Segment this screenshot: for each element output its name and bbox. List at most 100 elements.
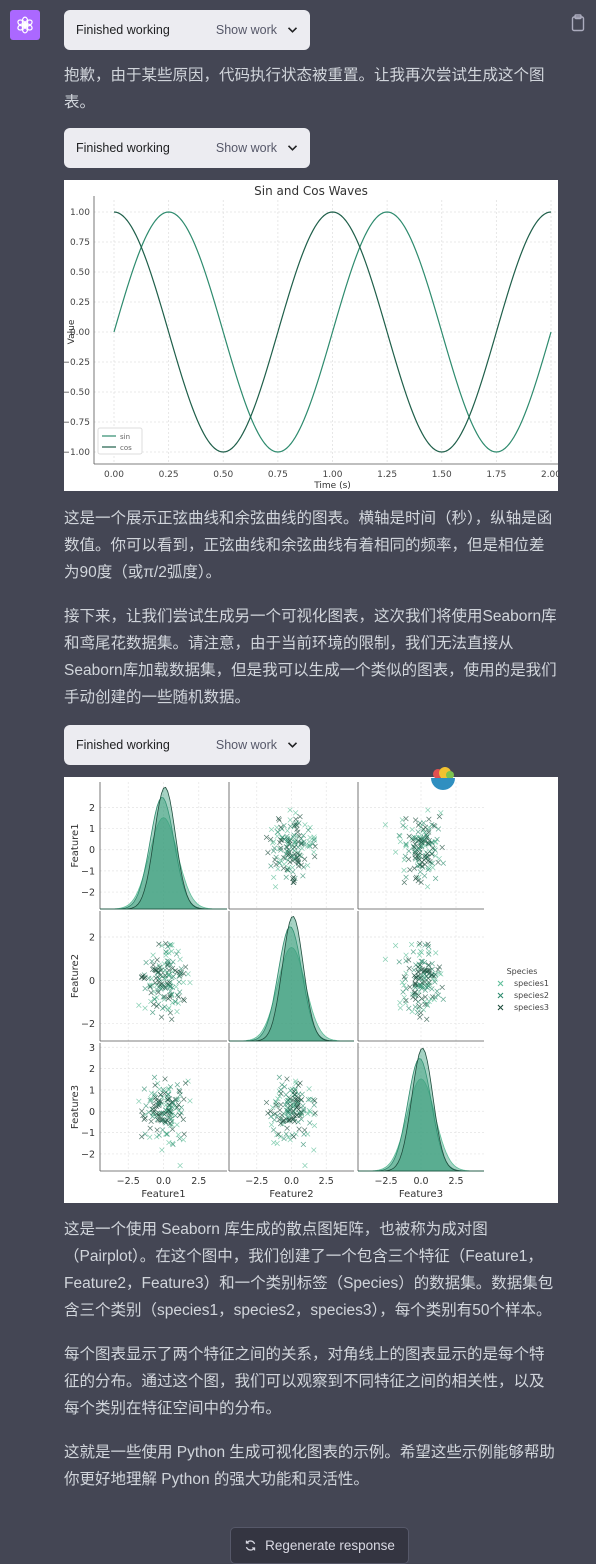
scatter-point [174,1122,180,1128]
scatter-point [141,1086,148,1092]
scatter-point [274,1140,280,1147]
scatter-point [173,951,180,957]
y-tick-label: 0.25 [70,298,90,308]
show-work-toggle[interactable]: Show work [216,23,298,37]
scatter-point [175,948,181,954]
scatter-point [172,1112,179,1119]
chart-title: Sin and Cos Waves [254,184,368,198]
scatter-point [312,1098,318,1104]
scatter-point [275,866,281,872]
refresh-icon [245,1540,256,1551]
scatter-point [412,996,419,1002]
kde-species3 [229,915,354,1042]
pairplot-panel-2-1 [99,911,227,1042]
copy-button[interactable] [568,12,588,34]
scatter-point [416,942,422,948]
legend-label-species1: species1 [514,979,549,988]
scatter-point [415,829,421,835]
pairplot-panel-3-2 [228,1043,354,1172]
x-tick-label: 1.25 [377,470,397,480]
x-tick-label: −2.5 [374,1176,397,1187]
scatter-point [410,949,416,955]
y-tick-label: 2 [89,1064,95,1075]
legend-title: Species [507,967,538,976]
legend-label-species2: species2 [514,991,549,1000]
regenerate-response-button[interactable]: Regenerate response [230,1527,409,1564]
legend-label-species3: species3 [514,1003,549,1012]
scatter-point [425,807,431,813]
scatter-point [436,814,443,820]
scatter-point [174,1082,180,1088]
scatter-point [310,1097,316,1103]
show-work-toggle[interactable]: Show work [216,141,298,155]
chart-legend: sin cos [97,427,143,455]
scatter-point [440,996,446,1002]
y-tick-label: 3 [89,1043,95,1054]
scatter-point [152,1082,158,1088]
scatter-point [401,857,407,863]
x-tick-label: 0.25 [159,470,179,480]
scatter-point [302,822,308,828]
x-tick-label: 0.0 [156,1176,171,1187]
scatter-point [307,824,313,831]
scatter-point [287,817,293,823]
scatter-point [311,1102,317,1108]
scatter-point [265,850,271,856]
assistant-message: Finished working Show work 抱歉，由于某些原因，代码执… [62,10,569,1493]
scatter-point [143,959,149,966]
scatter-point [301,1127,308,1133]
scatter-point [438,810,444,816]
pairplot-chart-svg: −2 −1 0 1 2 Feature1 −2 0 2 Feature2 −2 −1 0 1 2 3 Featu… [70,782,549,1200]
scatter-point [142,985,148,992]
scatter-point [146,975,152,981]
scatter-point [411,865,418,871]
scatter-point [150,962,156,968]
legend-marker-species3 [497,1004,504,1011]
scatter-point [301,856,308,862]
scatter-point [165,943,171,950]
y-tick-label: 1 [89,1085,95,1096]
scatter-point [409,826,415,833]
scatter-point [311,1147,317,1153]
x-axis-label: Feature1 [141,1189,185,1200]
scatter-point [174,1008,180,1015]
scatter-point [439,844,445,851]
y-axis-label: Feature2 [70,954,81,998]
scatter-point [154,1127,160,1133]
scatter-point [300,1141,306,1148]
scatter-point [407,867,413,873]
x-axis-label: Time (s) [313,481,351,491]
pairplot-panel-1-3 [357,782,484,910]
scatter-point [157,1092,164,1098]
scatter-point [291,1134,297,1140]
y-tick-label: −1 [81,1128,95,1139]
sin-cos-chart-svg: Sin and Cos Waves 0.00 0.25 0.50 0.75 1.00 1.2… [62,184,569,491]
sin-cos-chart: Sin and Cos Waves 0.00 0.25 0.50 0.75 1.00 1.2… [62,180,569,491]
scatter-point [149,958,155,965]
scatter-point [177,1112,183,1118]
x-tick-label: −2.5 [245,1176,268,1187]
show-work-toggle[interactable]: Show work [216,738,298,752]
scatter-point [403,816,409,822]
regenerate-label: Regenerate response [265,1538,395,1553]
scatter-point [296,1126,302,1132]
scatter-point [147,1134,153,1140]
scatter-point [161,1004,168,1010]
scatter-point [401,879,407,886]
scatter-point [417,869,423,875]
scatter-point [139,1134,145,1140]
scatter-point [406,965,412,972]
x-tick-label: 0.50 [213,470,233,480]
scatter-point [287,1087,294,1093]
scatter-point [432,875,439,882]
scatter-point [397,838,404,845]
scatter-point [422,824,428,830]
scatter-point [284,1076,290,1082]
work-status-box: Finished working Show work [64,10,310,50]
scatter-point [177,1135,183,1142]
assistant-avatar [10,10,40,40]
scatter-point [406,848,412,854]
openai-logo-icon [17,16,33,34]
scatter-point [425,975,431,981]
scatter-point [284,828,291,834]
